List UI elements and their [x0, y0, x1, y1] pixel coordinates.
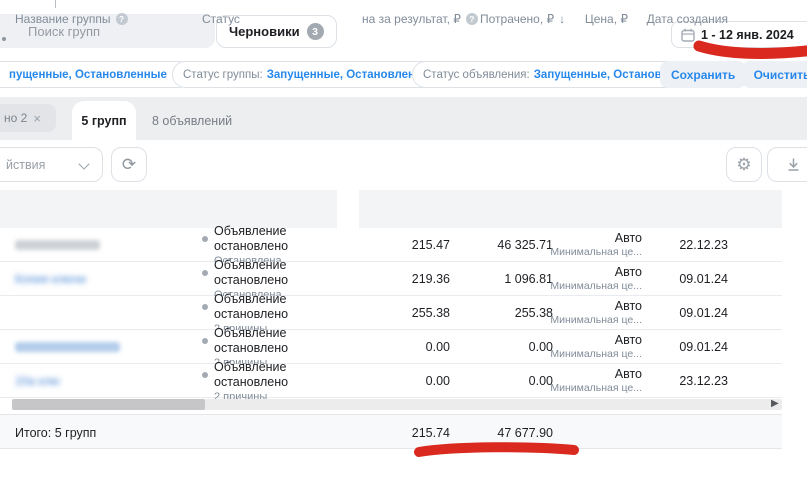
save-filters-button[interactable]: Сохранить — [660, 61, 746, 88]
table-row[interactable]: Объявление остановлено2 причины 255.38 2… — [0, 296, 782, 330]
group-name-link[interactable]: Копия ключи — [15, 262, 190, 296]
clear-filters-button[interactable]: Очистить — [742, 61, 807, 88]
cost-per-result-value: 215.47 — [355, 228, 450, 262]
actions-label: йствия — [6, 158, 45, 172]
table-footer: Итого: 5 групп 215.74 47 677.90 — [0, 414, 782, 449]
status-dot-icon — [202, 270, 208, 276]
help-icon[interactable]: ? — [466, 13, 478, 25]
created-date-value: 23.12.23 — [650, 364, 728, 398]
table-header-scrollable — [359, 190, 782, 228]
download-icon — [786, 157, 801, 172]
totals-spent: 47 677.90 — [460, 415, 553, 450]
cost-per-result-value: 0.00 — [355, 330, 450, 364]
status-dot-icon — [202, 338, 208, 344]
status-dot-icon — [202, 304, 208, 310]
drafts-count-badge: 3 — [307, 23, 324, 40]
export-download-button[interactable] — [767, 147, 807, 182]
close-icon[interactable]: × — [33, 111, 41, 126]
filter-chip-value: пущенные, Остановленные — [9, 69, 167, 81]
price-cell: Авто Минимальная це... — [540, 364, 642, 398]
group-name-redacted[interactable] — [15, 330, 190, 364]
selected-count-chip[interactable]: но 2 × — [0, 104, 56, 132]
column-header-created[interactable]: Дата создания — [640, 0, 728, 38]
created-date-value: 09.01.24 — [650, 296, 728, 330]
group-name-redacted[interactable] — [15, 228, 190, 262]
tab-ads[interactable]: 8 объявлений — [140, 101, 244, 140]
group-name-empty[interactable] — [15, 296, 190, 330]
refresh-button[interactable]: ⟳ — [111, 147, 147, 182]
created-date-value: 22.12.23 — [650, 228, 728, 262]
cost-per-result-value: 219.36 — [355, 262, 450, 296]
scrollbar-thumb[interactable] — [12, 399, 205, 410]
table-row[interactable]: Копия ключи Объявление остановленоОстано… — [0, 262, 782, 296]
table-row[interactable]: Объявление остановленоОстановлена 215.47… — [0, 228, 782, 262]
settings-gear-button[interactable]: ⚙ — [726, 147, 762, 182]
cost-per-result-value: 0.00 — [355, 364, 450, 398]
column-header-cost-per-result[interactable]: на за результат, ₽ ? — [362, 0, 478, 38]
group-name-link[interactable]: 10а клю — [15, 364, 190, 398]
status-cell: Объявление остановлено2 причины — [202, 364, 352, 398]
table-row[interactable]: Объявление остановлено2 причины 0.00 0.0… — [0, 330, 782, 364]
price-cell: Авто Минимальная це... — [540, 228, 642, 262]
search-icon — [2, 37, 6, 41]
column-header-name[interactable]: Название группы ? — [15, 0, 128, 38]
filter-chip-label: Статус объявления: — [423, 69, 530, 81]
column-header-price[interactable]: Цена, ₽ — [560, 0, 628, 38]
price-cell: Авто Минимальная це... — [540, 330, 642, 364]
created-date-value: 09.01.24 — [650, 330, 728, 364]
status-dot-icon — [202, 236, 208, 242]
actions-dropdown[interactable]: йствия — [0, 147, 103, 182]
price-cell: Авто Минимальная це... — [540, 296, 642, 330]
scroll-right-arrow-icon[interactable]: ▶ — [771, 398, 779, 409]
horizontal-scrollbar[interactable] — [12, 399, 782, 410]
selected-count-label: но 2 — [4, 111, 27, 125]
price-cell: Авто Минимальная це... — [540, 262, 642, 296]
filter-chip-campaign-status[interactable]: пущенные, Остановленные × — [0, 61, 192, 88]
totals-cost-per-result: 215.74 — [355, 415, 450, 450]
table-row[interactable]: 10а клю Объявление остановлено2 причины … — [0, 364, 782, 398]
cost-per-result-value: 255.38 — [355, 296, 450, 330]
status-dot-icon — [202, 372, 208, 378]
created-date-value: 09.01.24 — [650, 262, 728, 296]
column-header-spent[interactable]: Потрачено, ₽ ↓ — [480, 0, 565, 38]
column-header-status[interactable]: Статус — [202, 0, 240, 38]
help-icon[interactable]: ? — [116, 13, 128, 25]
chevron-down-icon — [78, 158, 89, 169]
ads-dashboard-screen: Поиск групп Черновики 3 1 - 12 янв. 2024… — [0, 0, 807, 487]
totals-label: Итого: 5 групп — [15, 415, 96, 450]
filter-chip-label: Статус группы: — [183, 69, 263, 81]
tab-groups[interactable]: 5 групп — [72, 101, 136, 140]
